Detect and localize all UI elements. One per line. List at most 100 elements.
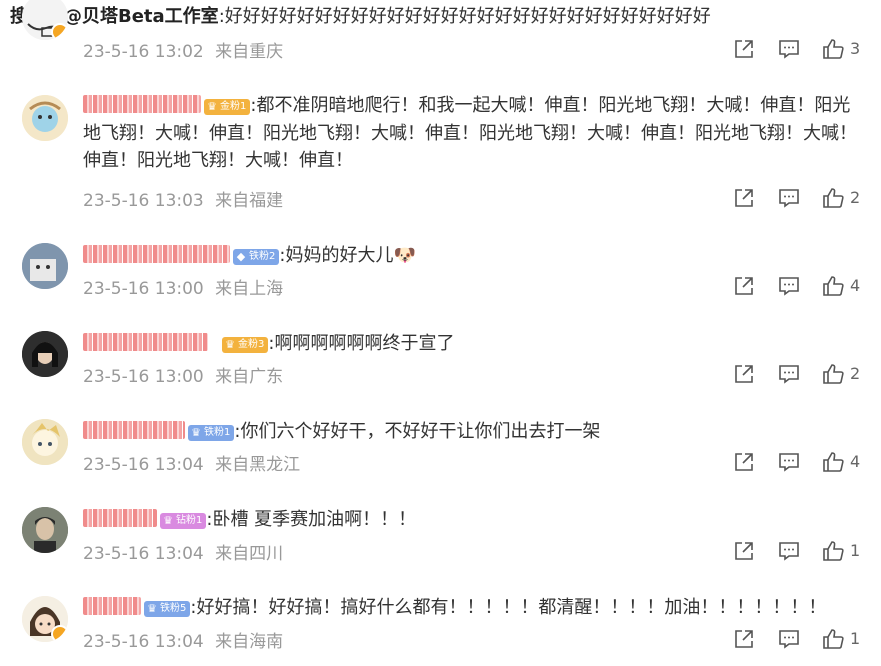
like-icon[interactable] xyxy=(822,38,844,60)
comment-meta: 23-5-16 13:03 来自福建 xyxy=(83,186,283,211)
comment-meta: 23-5-16 13:04 来自四川 xyxy=(83,539,283,564)
share-icon[interactable] xyxy=(733,628,755,650)
verified-badge-icon xyxy=(51,23,68,40)
comment-text: :妈妈的好大儿 xyxy=(279,245,394,266)
comment-time: 23-5-16 13:00 xyxy=(83,367,204,387)
like-icon[interactable] xyxy=(822,363,844,385)
avatar-image xyxy=(22,419,68,465)
comment-1-header: 搜狐号@贝塔Beta工作室:好好好好好好好好好好好好好好好好好好好好好好好好好好… xyxy=(10,5,711,29)
avatar-image xyxy=(22,243,68,289)
comment-location: 来自重庆 xyxy=(215,42,284,62)
comment-time: 23-5-16 13:04 xyxy=(83,632,204,652)
comment-location: 来自海南 xyxy=(215,632,284,652)
share-icon[interactable] xyxy=(733,451,755,473)
comment-icon[interactable] xyxy=(778,628,800,650)
like-icon[interactable] xyxy=(822,275,844,297)
comment-meta: 23-5-16 13:00 来自广东 xyxy=(83,362,283,387)
comment-actions: 4 xyxy=(730,275,870,299)
like-icon[interactable] xyxy=(822,451,844,473)
crown-icon: ♛ xyxy=(147,602,157,615)
fan-badge: ♛ 铁粉5 xyxy=(144,601,191,617)
like-count: 1 xyxy=(850,629,861,648)
comment-body: ♛ 金粉3:啊啊啊啊啊啊终于宣了 xyxy=(83,330,858,358)
share-icon[interactable] xyxy=(733,187,755,209)
comment-meta: 23-5-16 13:02 来自重庆 xyxy=(83,37,283,62)
fan-badge: ♛ 金粉1 xyxy=(204,99,251,115)
comment-location: 来自福建 xyxy=(215,191,284,211)
comment-meta: 23-5-16 13:00 来自上海 xyxy=(83,274,283,299)
comment-actions: 2 xyxy=(730,187,870,211)
comment-icon[interactable] xyxy=(778,451,800,473)
comment-actions: 1 xyxy=(730,540,870,564)
fan-badge: ◆ 铁粉2 xyxy=(233,249,280,265)
comment-1-text: :好好好好好好好好好好好好好好好好好好好好好好好好好好好 xyxy=(218,6,711,27)
like-icon[interactable] xyxy=(822,628,844,650)
verified-badge-icon xyxy=(51,625,68,642)
username-blurred[interactable] xyxy=(83,245,230,263)
comment-meta: 23-5-16 13:04 来自海南 xyxy=(83,627,283,652)
comment-body: ♛ 钻粉1:卧槽 夏季赛加油啊！！！ xyxy=(83,506,858,534)
avatar[interactable] xyxy=(22,243,68,289)
username-blurred[interactable] xyxy=(83,509,157,527)
like-count: 4 xyxy=(850,452,861,471)
like-icon[interactable] xyxy=(822,540,844,562)
like-count: 4 xyxy=(850,276,861,295)
like-count: 3 xyxy=(850,39,861,58)
comment-time: 23-5-16 13:04 xyxy=(83,455,204,475)
avatar[interactable] xyxy=(22,0,68,40)
comment-time: 23-5-16 13:00 xyxy=(83,279,204,299)
comment-location: 来自上海 xyxy=(215,279,284,299)
comment-icon[interactable] xyxy=(778,363,800,385)
comment-text: :卧槽 夏季赛加油啊！！！ xyxy=(206,509,417,530)
avatar-image xyxy=(22,331,68,377)
comment-location: 来自黑龙江 xyxy=(215,455,301,475)
comment-body: ♛ 金粉1:都不准阴暗地爬行！和我一起大喊！伸直！阳光地飞翔！大喊！伸直！阳光地飞… xyxy=(83,92,858,175)
comment-time: 23-5-16 13:02 xyxy=(83,42,204,62)
fan-badge: ♛ 铁粉1 xyxy=(188,425,235,441)
comment-text: :啊啊啊啊啊啊终于宣了 xyxy=(268,333,455,354)
share-icon[interactable] xyxy=(733,540,755,562)
fan-badge: ♛ 金粉3 xyxy=(222,337,269,353)
share-icon[interactable] xyxy=(733,275,755,297)
comment-icon[interactable] xyxy=(778,38,800,60)
comment-time: 23-5-16 13:04 xyxy=(83,544,204,564)
share-icon[interactable] xyxy=(733,38,755,60)
share-icon[interactable] xyxy=(733,363,755,385)
comment-text: :你们六个好好干，不好好干让你们出去打一架 xyxy=(234,421,601,442)
like-count: 2 xyxy=(850,364,861,383)
avatar[interactable] xyxy=(22,331,68,377)
comment-icon[interactable] xyxy=(778,275,800,297)
username-blurred[interactable] xyxy=(83,95,201,113)
comment-meta: 23-5-16 13:04 来自黑龙江 xyxy=(83,450,300,475)
comment-actions: 4 xyxy=(730,451,870,475)
comment-body: ♛ 铁粉5:好好搞！好好搞！搞好什么都有！！！！！都清醒！！！！加油！！！！！！！ xyxy=(83,594,858,622)
avatar[interactable] xyxy=(22,95,68,141)
like-count: 2 xyxy=(850,188,861,207)
avatar-image xyxy=(22,507,68,553)
crown-icon: ♛ xyxy=(225,338,235,351)
comment-time: 23-5-16 13:03 xyxy=(83,191,204,211)
crown-icon: ◆ xyxy=(236,250,246,263)
avatar[interactable] xyxy=(22,507,68,553)
crown-icon: ♛ xyxy=(207,100,217,113)
username-blurred[interactable] xyxy=(83,597,141,615)
comment-body: ◆ 铁粉2:妈妈的好大儿🐶 xyxy=(83,242,858,270)
comment-actions: 1 xyxy=(730,628,870,652)
username-blurred[interactable] xyxy=(83,333,208,351)
like-icon[interactable] xyxy=(822,187,844,209)
doge-emoji-icon: 🐶 xyxy=(393,245,416,266)
comment-icon[interactable] xyxy=(778,540,800,562)
comment-body: ♛ 铁粉1:你们六个好好干，不好好干让你们出去打一架 xyxy=(83,418,858,446)
comment-text: :好好搞！好好搞！搞好什么都有！！！！！都清醒！！！！加油！！！！！！！ xyxy=(190,597,827,618)
comment-location: 来自广东 xyxy=(215,367,284,387)
avatar-image xyxy=(22,95,68,141)
like-count: 1 xyxy=(850,541,861,560)
avatar[interactable] xyxy=(22,419,68,465)
avatar[interactable] xyxy=(22,596,68,642)
comment-icon[interactable] xyxy=(778,187,800,209)
username-blurred[interactable] xyxy=(83,421,185,439)
comment-location: 来自四川 xyxy=(215,544,284,564)
crown-icon: ♛ xyxy=(191,426,201,439)
fan-badge: ♛ 钻粉1 xyxy=(160,513,207,529)
comment-actions: 3 xyxy=(730,38,870,62)
